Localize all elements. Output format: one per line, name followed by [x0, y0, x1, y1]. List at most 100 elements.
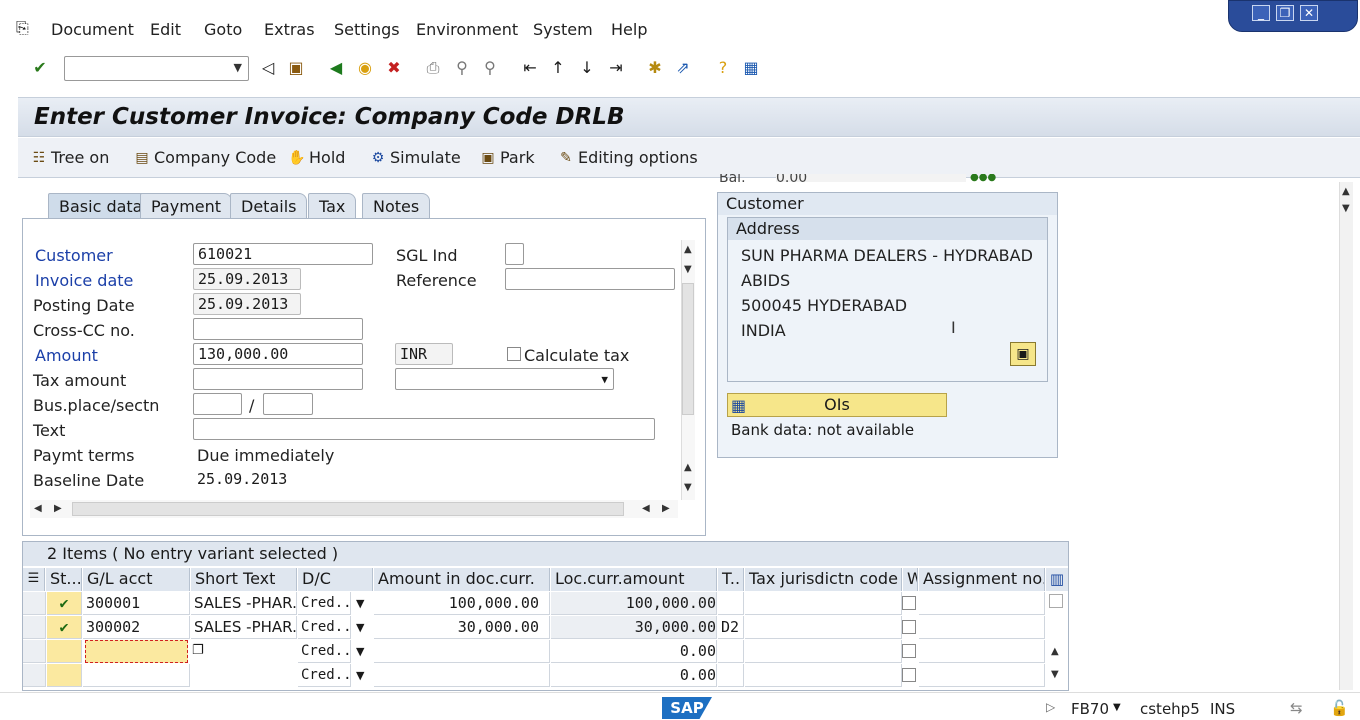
tab-tax[interactable]: Tax [308, 193, 357, 220]
address-detail-icon[interactable]: ▣ [1010, 342, 1036, 366]
scroll-down-icon[interactable]: ▼ [1342, 203, 1350, 214]
menu-document[interactable]: Document [51, 20, 134, 39]
section-field[interactable] [263, 393, 313, 415]
minimize-icon[interactable]: _ [1252, 5, 1270, 21]
save-icon[interactable]: ▣ [286, 58, 306, 78]
previous-page-icon[interactable]: ↑ [548, 58, 568, 78]
col-status[interactable]: St... [46, 568, 82, 591]
park-button[interactable]: ▣ Park [479, 148, 534, 167]
command-field[interactable]: ▼ [64, 56, 249, 81]
table-row-dc[interactable]: Cred... [298, 640, 351, 663]
menu-system[interactable]: System [533, 20, 593, 39]
col-tax-jurisdiction[interactable]: Tax jurisdictn code [745, 568, 902, 591]
find-icon[interactable]: ⚲ [452, 58, 472, 78]
scroll-right-icon[interactable]: ▶ [54, 503, 62, 514]
posting-date-field[interactable]: 25.09.2013 [193, 293, 301, 315]
chevron-down-icon[interactable]: ▼ [356, 621, 364, 634]
col-gl-acct[interactable]: G/L acct [83, 568, 190, 591]
table-row-gl[interactable]: 300002 [83, 616, 190, 639]
table-row-amount[interactable] [374, 664, 550, 687]
play-icon[interactable]: ▷ [1046, 700, 1055, 714]
scroll-right-icon[interactable]: ▶ [662, 503, 670, 514]
menu-extras[interactable]: Extras [264, 20, 315, 39]
table-row-jurisdiction[interactable] [745, 640, 902, 663]
scroll-up-icon[interactable]: ▲ [684, 462, 692, 473]
table-row-jurisdiction[interactable] [745, 664, 902, 687]
amount-field[interactable]: 130,000.00 [193, 343, 363, 365]
simulate-button[interactable]: ⚙ Simulate [369, 148, 461, 167]
main-vertical-scrollbar[interactable] [1339, 182, 1353, 690]
table-row-assignment[interactable] [919, 592, 1045, 615]
table-row-dc[interactable]: Cred... [298, 616, 351, 639]
menu-goto[interactable]: Goto [204, 20, 242, 39]
table-row-taxcode[interactable]: D2 [718, 616, 744, 639]
exit-icon[interactable]: ◉ [355, 58, 375, 78]
scroll-down-icon[interactable]: ▼ [684, 482, 692, 493]
tab-notes[interactable]: Notes [362, 193, 431, 220]
tax-code-dropdown[interactable]: ▼ [395, 368, 614, 390]
layout-icon[interactable]: ▦ [741, 58, 761, 78]
col-amount-doc[interactable]: Amount in doc.curr. [374, 568, 550, 591]
sgl-ind-field[interactable] [505, 243, 524, 265]
col-tax-code[interactable]: T.. [718, 568, 744, 591]
table-row-dc[interactable]: Cred... [298, 664, 351, 687]
new-session-icon[interactable]: ✱ [645, 58, 665, 78]
scroll-up-icon[interactable]: ▲ [684, 244, 692, 255]
help-icon[interactable]: ? [713, 58, 733, 78]
editing-options-button[interactable]: ✎ Editing options [557, 148, 698, 167]
table-row-taxcode[interactable] [718, 664, 744, 687]
find-next-icon[interactable]: ⚲ [480, 58, 500, 78]
insert-mode[interactable]: INS [1210, 700, 1235, 718]
ois-button[interactable]: ▦ OIs [727, 393, 947, 417]
table-row-assignment[interactable] [919, 664, 1045, 687]
table-row-amount[interactable] [374, 640, 550, 663]
value-help-icon[interactable]: ❐ [192, 643, 204, 658]
table-row-w-checkbox[interactable] [902, 668, 916, 682]
column-config-icon[interactable]: ▥ [1046, 568, 1068, 591]
col-loc-amount[interactable]: Loc.curr.amount [551, 568, 717, 591]
reference-field[interactable] [505, 268, 675, 290]
enter-icon[interactable]: ✔ [30, 58, 50, 78]
next-page-icon[interactable]: ↓ [577, 58, 597, 78]
table-row-jurisdiction[interactable] [745, 616, 902, 639]
tab-details[interactable]: Details [230, 193, 308, 220]
cross-cc-field[interactable] [193, 318, 363, 340]
panel-scroll-thumb[interactable] [682, 283, 694, 415]
tab-payment[interactable]: Payment [140, 193, 233, 220]
table-row-jurisdiction[interactable] [745, 592, 902, 615]
scroll-left-icon[interactable]: ◀ [642, 503, 650, 514]
first-page-icon[interactable]: ⇤ [520, 58, 540, 78]
print-icon[interactable]: ⎙ [423, 58, 443, 78]
back-icon[interactable]: ◀ [326, 58, 346, 78]
calculate-tax-checkbox[interactable] [507, 347, 521, 361]
back-arrow-icon[interactable]: ◁ [258, 58, 278, 78]
menu-settings[interactable]: Settings [334, 20, 400, 39]
scroll-up-icon[interactable]: ▲ [1342, 186, 1350, 197]
scroll-down-icon[interactable]: ▼ [684, 264, 692, 275]
row-selector[interactable] [23, 592, 46, 615]
table-row-gl[interactable]: 300001 [83, 592, 190, 615]
restore-icon[interactable]: ❐ [1276, 5, 1294, 21]
table-row-w-checkbox[interactable] [902, 644, 916, 658]
menu-edit[interactable]: Edit [150, 20, 181, 39]
col-short-text[interactable]: Short Text [191, 568, 297, 591]
table-row-assignment[interactable] [919, 616, 1045, 639]
table-row-amount[interactable]: 30,000.00 [374, 616, 550, 639]
tree-on-button[interactable]: ☷ Tree on [30, 148, 110, 167]
transaction-code[interactable]: FB70 [1071, 700, 1109, 718]
invoice-date-field[interactable]: 25.09.2013 [193, 268, 301, 290]
shortcut-icon[interactable]: ⇗ [673, 58, 693, 78]
menu-help[interactable]: Help [611, 20, 647, 39]
hold-button[interactable]: ✋ Hold [288, 148, 345, 167]
scroll-up-icon[interactable]: ▲ [1051, 646, 1059, 657]
bus-place-field[interactable] [193, 393, 242, 415]
text-field[interactable] [193, 418, 655, 440]
tab-basic-data[interactable]: Basic data [48, 193, 154, 220]
table-row-gl[interactable] [83, 664, 190, 687]
scroll-left-icon[interactable]: ◀ [34, 503, 42, 514]
table-row-amount[interactable]: 100,000.00 [374, 592, 550, 615]
select-all-icon[interactable]: ☰ [23, 568, 45, 591]
row-selector[interactable] [23, 664, 46, 687]
table-row-assignment[interactable] [919, 640, 1045, 663]
lock-icon[interactable]: 🔓 [1330, 699, 1349, 717]
